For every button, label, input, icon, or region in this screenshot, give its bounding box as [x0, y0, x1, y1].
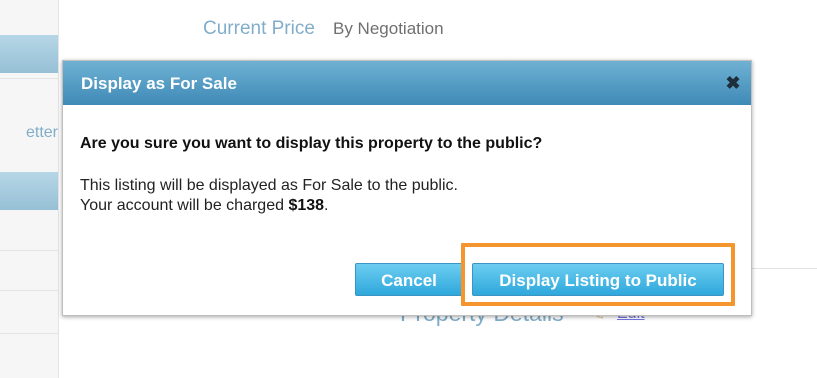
dialog-title: Display as For Sale — [81, 74, 237, 93]
dialog-question: Are you sure you want to display this pr… — [80, 135, 543, 152]
dialog-info: This listing will be displayed as For Sa… — [80, 176, 458, 216]
info-line-1: This listing will be displayed as For Sa… — [80, 177, 458, 194]
dialog-header: Display as For Sale ✖ — [63, 61, 751, 105]
close-icon[interactable]: ✖ — [724, 74, 742, 92]
cancel-button[interactable]: Cancel — [355, 263, 463, 296]
info-line-2: Your account will be charged $138. — [80, 196, 458, 216]
info-line-2-prefix: Your account will be charged — [80, 197, 289, 214]
page: etter Current Price By Negotiation Prope… — [0, 0, 817, 378]
highlight-box — [461, 243, 735, 306]
info-line-2-suffix: . — [324, 197, 329, 214]
charge-amount: $138 — [288, 197, 325, 214]
